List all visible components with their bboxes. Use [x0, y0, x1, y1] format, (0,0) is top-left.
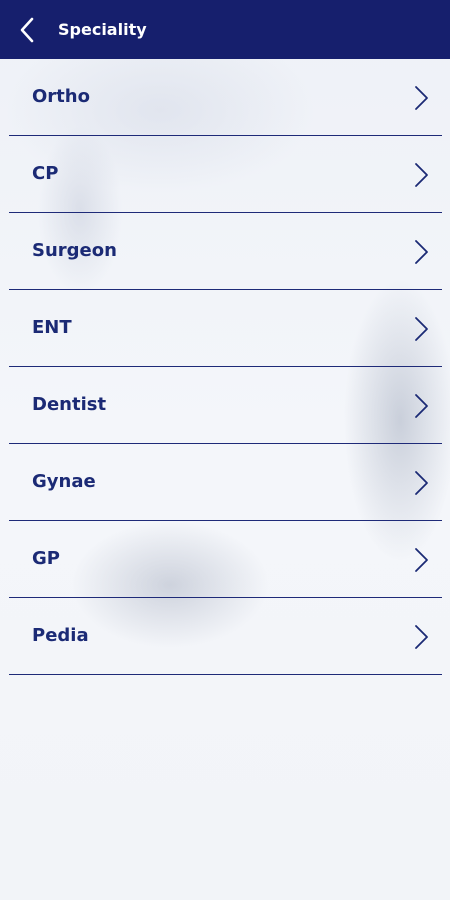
list-item-label: Dentist [32, 394, 107, 415]
chevron-right-icon [415, 86, 428, 110]
speciality-list: Ortho CP Surgeon ENT Dentist Gynae GP Pe… [9, 59, 442, 675]
chevron-right-icon [415, 317, 428, 341]
list-item-ortho[interactable]: Ortho [9, 59, 442, 136]
page-title: Speciality [58, 20, 147, 39]
chevron-right-icon [415, 163, 428, 187]
list-item-gp[interactable]: GP [9, 521, 442, 598]
chevron-right-icon [415, 471, 428, 495]
chevron-left-icon [20, 17, 34, 43]
list-item-label: Ortho [32, 86, 90, 107]
list-item-label: Surgeon [32, 240, 117, 261]
chevron-right-icon [415, 625, 428, 649]
chevron-right-icon [415, 548, 428, 572]
list-item-pedia[interactable]: Pedia [9, 598, 442, 675]
list-item-label: GP [32, 548, 60, 569]
chevron-right-icon [415, 240, 428, 264]
list-item-ent[interactable]: ENT [9, 290, 442, 367]
app-header: Speciality [0, 0, 450, 59]
list-item-label: Pedia [32, 625, 89, 646]
list-item-dentist[interactable]: Dentist [9, 367, 442, 444]
list-item-label: ENT [32, 317, 72, 338]
back-button[interactable] [14, 15, 44, 45]
list-item-gynae[interactable]: Gynae [9, 444, 442, 521]
list-item-surgeon[interactable]: Surgeon [9, 213, 442, 290]
list-item-label: CP [32, 163, 59, 184]
chevron-right-icon [415, 394, 428, 418]
list-item-label: Gynae [32, 471, 96, 492]
list-item-cp[interactable]: CP [9, 136, 442, 213]
